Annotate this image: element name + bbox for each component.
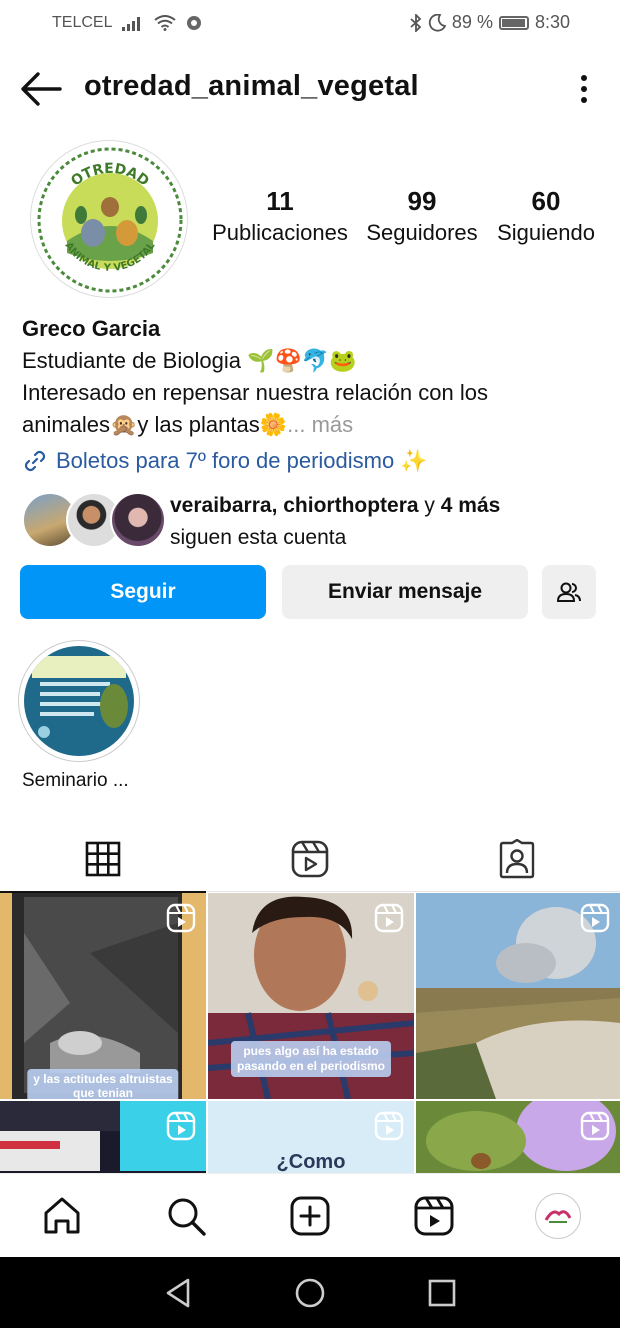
following-count: 60 [531, 186, 561, 216]
grid-post[interactable]: pues algo así ha estado pasando en el per… [208, 893, 414, 1099]
reel-badge-icon [580, 1111, 610, 1141]
tab-posts-grid[interactable] [0, 826, 206, 893]
nav-search[interactable] [162, 1192, 210, 1240]
profile-external-link[interactable]: Boletos para 7º foro de periodismo ✨ [22, 448, 428, 474]
grid-post[interactable] [0, 1101, 206, 1173]
bluetooth-icon [410, 13, 422, 32]
profile-username: otredad_animal_vegetal [84, 70, 419, 102]
profile-actions: Seguir Enviar mensaje [20, 565, 596, 619]
post-caption: y las actitudes altruistas que tenian [27, 1069, 179, 1099]
posts-label: Publicaciones [212, 220, 348, 245]
back-arrow-icon[interactable] [18, 70, 64, 108]
followed-by[interactable]: veraibarra, chiorthoptera y 4 más siguen… [22, 490, 602, 550]
link-text: Boletos para 7º foro de periodismo ✨ [56, 448, 428, 473]
highlight-ring [18, 640, 140, 762]
reel-badge-icon [166, 1111, 196, 1141]
link-icon [24, 450, 46, 472]
more-options-icon[interactable] [576, 70, 592, 108]
profile-display-name: Greco Garcia [22, 316, 161, 341]
nav-profile-avatar [535, 1193, 581, 1239]
reel-badge-icon [374, 903, 404, 933]
battery-percent: 89 % [451, 12, 493, 32]
reel-badge-icon [166, 903, 196, 933]
posts-grid: y las actitudes altruistas que tenian pue… [0, 893, 620, 1173]
story-highlight[interactable]: Seminario ... [18, 640, 142, 791]
carrier-label: TELCEL [52, 14, 113, 31]
reels-icon [414, 1196, 454, 1236]
create-post-icon [290, 1196, 330, 1236]
follower-avatar [110, 492, 166, 548]
tab-reels[interactable] [207, 826, 413, 892]
suggested-people-button[interactable] [542, 565, 596, 619]
grid-post[interactable] [416, 1101, 620, 1173]
followers-count: 99 [407, 186, 437, 216]
followed-by-text: veraibarra, chiorthoptera y 4 más siguen… [170, 494, 501, 549]
follower-avatars [22, 492, 166, 548]
grid-post[interactable]: ¿Como [208, 1101, 414, 1173]
profile-stats: 11 Publicaciones 99 Seguidores 60 Siguie… [200, 186, 600, 250]
profile-tabs [0, 826, 620, 893]
clock: 8:30 [534, 12, 570, 32]
tagged-user-icon [499, 839, 535, 879]
grid-post[interactable]: y las actitudes altruistas que tenian [0, 893, 206, 1099]
highlight-label: Seminario ... [22, 770, 129, 791]
grid-icon [85, 841, 121, 877]
nav-home[interactable] [38, 1192, 86, 1240]
send-message-button[interactable]: Enviar mensaje [282, 565, 528, 619]
search-icon [168, 1198, 206, 1236]
bio-line-2: Interesado en repensar nuestra relación … [22, 380, 488, 405]
follow-button[interactable]: Seguir [20, 565, 266, 619]
profile-bio: Greco Garcia Estudiante de Biologia 🌱🍄🐬🐸… [22, 313, 602, 441]
reels-icon [291, 840, 329, 878]
stat-posts[interactable]: 11 Publicaciones [200, 186, 360, 250]
tab-tagged[interactable] [414, 826, 620, 892]
system-recents-icon[interactable] [424, 1275, 460, 1311]
bio-more-link[interactable]: ... más [287, 412, 353, 437]
bio-line-3: animales🙊y las plantas🌼 [22, 412, 288, 437]
add-people-icon [556, 582, 581, 602]
profile-header: otredad_animal_vegetal [0, 60, 620, 118]
signal-icon [122, 17, 141, 31]
bio-line-1: Estudiante de Biologia 🌱🍄🐬🐸 [22, 348, 357, 373]
stat-following[interactable]: 60 Siguiendo [492, 186, 600, 250]
nav-reels[interactable] [410, 1192, 458, 1240]
wifi-icon [154, 15, 177, 31]
followers-label: Seguidores [366, 220, 478, 245]
post-caption: pues algo así ha estado pasando en el per… [230, 1041, 392, 1077]
post-caption: ¿Como [276, 1151, 346, 1173]
battery-icon [498, 15, 529, 30]
nav-create[interactable] [286, 1192, 334, 1240]
home-icon [44, 1197, 80, 1234]
stat-followers[interactable]: 99 Seguidores [362, 186, 482, 250]
bottom-navigation [0, 1173, 620, 1257]
highlight-cover [24, 646, 134, 756]
do-not-disturb-moon-icon [428, 13, 446, 32]
status-bar: TELCEL 89 % 8:30 [0, 0, 620, 48]
chrome-icon [187, 16, 202, 30]
system-navigation-bar [0, 1257, 620, 1328]
posts-count: 11 [266, 186, 294, 216]
otredad-logo: OTREDAD ANIMAL Y VEGETAL [37, 147, 183, 293]
grid-post[interactable] [416, 893, 620, 1099]
profile-avatar[interactable]: OTREDAD ANIMAL Y VEGETAL [30, 140, 188, 298]
nav-profile[interactable] [534, 1192, 582, 1240]
system-back-icon[interactable] [160, 1275, 196, 1311]
following-label: Siguiendo [497, 220, 595, 245]
system-home-icon[interactable] [292, 1275, 328, 1311]
reel-badge-icon [580, 903, 610, 933]
reel-badge-icon [374, 1111, 404, 1141]
